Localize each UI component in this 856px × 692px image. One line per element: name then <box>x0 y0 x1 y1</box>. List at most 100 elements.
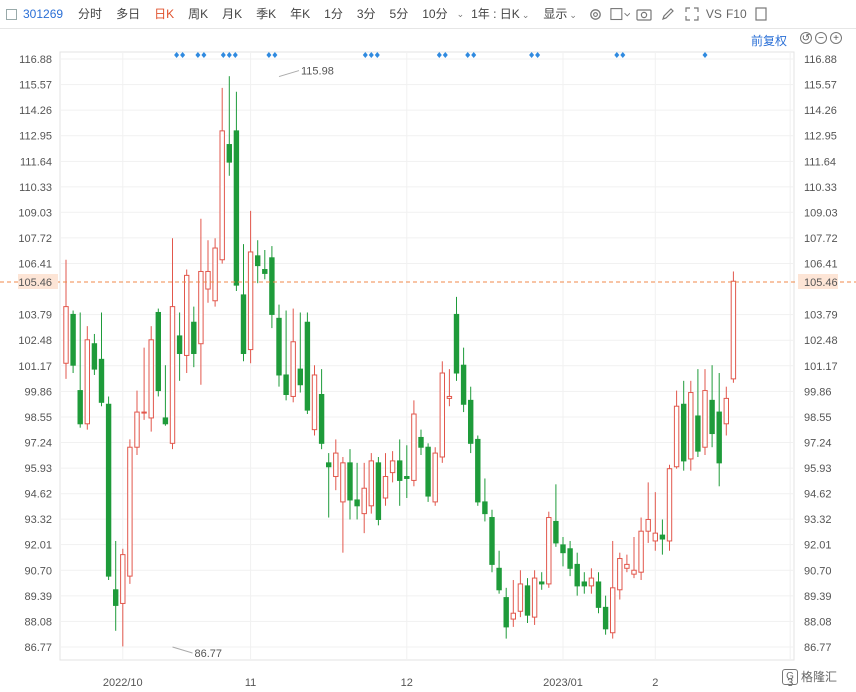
price-tick-label: 106.41 <box>18 258 52 270</box>
price-tick-label: 107.72 <box>18 233 52 245</box>
candlestick-chart[interactable]: 116.88 115.57 114.26 112.95 111.64 110.33 109.… <box>0 28 856 692</box>
camera-icon[interactable] <box>634 4 654 24</box>
candle-down <box>567 548 573 569</box>
candle-down <box>233 130 240 286</box>
price-tick-label: 101.17 <box>804 361 838 373</box>
price-tick-label: 114.26 <box>19 105 52 117</box>
candle-down <box>98 358 105 403</box>
tab-3min[interactable]: 3分 <box>350 0 383 28</box>
watermark-text: 格隆汇 <box>801 670 838 684</box>
stock-select-icon[interactable] <box>6 8 17 20</box>
price-tick-label: 95.93 <box>24 463 52 475</box>
candle-up <box>368 460 375 507</box>
price-tick-label: 109.03 <box>804 207 838 219</box>
tab-1min[interactable]: 1分 <box>317 0 350 28</box>
candle-up <box>723 397 729 425</box>
more-periods-chevron-icon[interactable]: ⌄ <box>457 9 465 20</box>
tab-5min[interactable]: 5分 <box>383 0 416 28</box>
chart-toolbar: 301269 分时 多日 日K 周K 月K 季K 年K 1分 3分 5分 10分… <box>0 0 856 29</box>
candle-down <box>681 403 687 462</box>
price-tick-label: 95.93 <box>804 463 832 475</box>
stock-code[interactable]: 301269 <box>21 7 71 21</box>
low-price-label: 86.77 <box>195 648 223 660</box>
zoom-in-icon[interactable]: + <box>830 32 842 44</box>
price-tick-label: 110.33 <box>19 182 52 194</box>
display-select[interactable]: 显示 ⌄ <box>536 0 584 29</box>
price-tick-label: 99.86 <box>24 386 52 398</box>
price-tick-label: 93.32 <box>24 514 52 526</box>
adjust-mode-button[interactable]: 前复权 <box>751 32 787 49</box>
price-tick-label: 111.64 <box>804 156 836 168</box>
chart-mini-controls: ↺ − + <box>800 32 842 44</box>
watermark: G 格隆汇 <box>782 668 837 685</box>
zoom-out-icon[interactable]: − <box>815 32 827 44</box>
candle-down <box>304 321 311 411</box>
candle-up <box>638 530 644 573</box>
candle-down <box>524 585 531 616</box>
price-tick-label: 115.57 <box>19 80 52 92</box>
f10-button[interactable]: F10 <box>724 0 749 28</box>
color-select-icon[interactable] <box>610 4 630 24</box>
draw-pen-icon[interactable] <box>658 4 678 24</box>
candle-down <box>283 374 289 395</box>
price-tick-label: 101.17 <box>18 361 52 373</box>
candle-up <box>617 558 623 591</box>
candle-down <box>709 399 715 435</box>
candle-down <box>404 476 410 479</box>
chevron-down-icon: ⌄ <box>521 9 530 20</box>
price-tick-label: 103.79 <box>18 310 52 322</box>
candle-down <box>659 534 666 540</box>
candle-down <box>468 399 474 444</box>
candle-down <box>460 364 467 405</box>
candle-up <box>624 563 630 569</box>
candle-down <box>418 436 424 448</box>
candle-up <box>205 270 211 290</box>
reset-icon[interactable]: ↺ <box>800 32 812 44</box>
candle-down <box>482 501 488 515</box>
tab-monthly-k[interactable]: 月K <box>215 0 249 28</box>
candle-down <box>262 269 268 274</box>
tab-quarterly-k[interactable]: 季K <box>249 0 283 28</box>
watermark-logo-icon: G <box>782 668 798 685</box>
candle-down <box>574 563 580 587</box>
candle-up <box>127 446 133 577</box>
candle-up <box>247 251 254 351</box>
settings-icon[interactable] <box>586 4 606 24</box>
candle-up <box>652 532 658 542</box>
candle-down <box>70 313 76 366</box>
tab-intraday[interactable]: 分时 <box>71 0 109 28</box>
fullscreen-icon[interactable] <box>682 4 702 24</box>
tab-10min[interactable]: 10分 <box>415 0 454 28</box>
candle-up <box>382 476 389 499</box>
price-tick-label: 98.55 <box>804 412 832 424</box>
vs-compare-button[interactable]: VS <box>704 0 724 28</box>
date-tick-label: 11 <box>245 677 256 689</box>
price-tick-label: 106.41 <box>804 258 838 270</box>
period-select[interactable]: 1年 : 日K ⌄ <box>464 0 536 29</box>
tab-weekly-k[interactable]: 周K <box>181 0 215 28</box>
candle-down <box>425 446 431 497</box>
candle-up <box>212 247 218 302</box>
price-tick-label: 92.01 <box>24 540 52 552</box>
candle-up <box>631 569 637 575</box>
price-tick-label: 103.79 <box>804 310 838 322</box>
price-tick-label: 88.08 <box>24 616 52 628</box>
candle-up <box>546 517 552 585</box>
price-tick-label: 89.39 <box>804 591 832 603</box>
price-tick-label: 94.62 <box>24 489 52 501</box>
right-price-axis: 116.88 115.57 114.26 112.95 111.64 110.33 109.… <box>798 54 838 654</box>
candle-down <box>375 462 382 520</box>
panel-toggle-icon[interactable] <box>751 4 771 24</box>
candle-up <box>389 460 396 474</box>
candle-up <box>702 390 708 448</box>
tab-multi-day[interactable]: 多日 <box>109 0 147 28</box>
price-tick-label: 111.64 <box>20 156 52 168</box>
candle-down <box>539 581 545 585</box>
candle-down <box>155 311 162 392</box>
tab-yearly-k[interactable]: 年K <box>283 0 317 28</box>
price-tick-label: 116.88 <box>804 54 837 66</box>
period-select-label: 1年 : 日K <box>471 6 520 21</box>
candle-down <box>489 517 495 565</box>
tab-daily-k[interactable]: 日K <box>147 0 181 28</box>
price-tick-label: 112.95 <box>19 131 52 143</box>
